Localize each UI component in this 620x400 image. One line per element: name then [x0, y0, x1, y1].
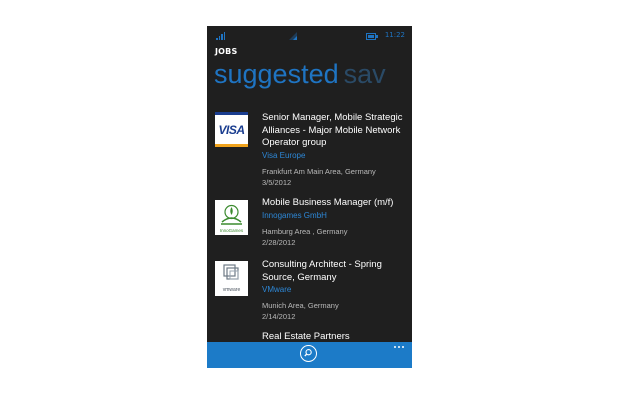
- job-location: Hamburg Area , Germany: [262, 226, 348, 236]
- phone-screen: 11:22 JOBS suggested sav VISA Senior Mana…: [207, 26, 412, 368]
- signal-bars-icon: [216, 32, 226, 40]
- job-list-item[interactable]: VISA Senior Manager, Mobile Strategic Al…: [215, 112, 412, 187]
- search-button[interactable]: [300, 345, 317, 362]
- pivot-item-suggested[interactable]: suggested: [214, 59, 339, 89]
- job-location: Frankfurt Am Main Area, Germany: [262, 166, 376, 176]
- battery-icon: [366, 33, 378, 40]
- pivot-item-saved[interactable]: sav: [344, 59, 386, 89]
- job-company[interactable]: VMware: [262, 284, 410, 295]
- job-company[interactable]: Visa Europe: [262, 150, 410, 161]
- job-list-item[interactable]: vmware Consulting Architect - Spring Sou…: [215, 259, 412, 321]
- more-icon[interactable]: [394, 345, 406, 349]
- search-icon: [304, 349, 312, 357]
- app-bar: [207, 342, 412, 368]
- job-company[interactable]: Innogames GmbH: [262, 210, 410, 221]
- status-bar: 11:22: [207, 26, 412, 44]
- job-list-item[interactable]: InnoGames Mobile Business Manager (m/f) …: [215, 197, 412, 247]
- job-title: Senior Manager, Mobile Strategic Allianc…: [262, 112, 403, 148]
- wifi-icon: [289, 32, 297, 40]
- job-location: Munich Area, Germany: [262, 301, 339, 310]
- pivot-header[interactable]: suggested sav: [214, 61, 386, 88]
- vmware-logo: vmware: [215, 261, 248, 296]
- job-title: Mobile Business Manager (m/f): [262, 197, 394, 208]
- job-date: 3/5/2012: [262, 177, 292, 187]
- visa-logo: VISA: [215, 112, 248, 147]
- innogames-logo: InnoGames: [215, 200, 248, 235]
- job-title: Consulting Architect - Spring Source, Ge…: [262, 259, 382, 283]
- job-list-item[interactable]: Real Estate Partners: [215, 331, 412, 342]
- status-time: 11:22: [384, 31, 405, 39]
- job-date: 2/28/2012: [262, 237, 296, 247]
- app-title: JOBS: [215, 47, 238, 56]
- job-date: 2/14/2012: [262, 312, 296, 321]
